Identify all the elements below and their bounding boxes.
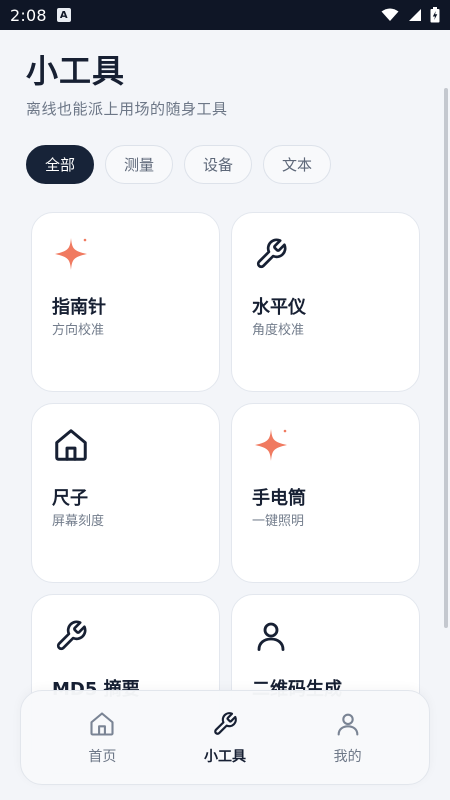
tool-title: 尺子 (52, 488, 88, 509)
tool-title: 水平仪 (252, 297, 306, 318)
tool-desc: 屏幕刻度 (52, 514, 105, 529)
home-icon (52, 426, 90, 464)
home-icon (88, 710, 116, 738)
tools-page: 小工具 离线也能派上用场的随身工具 全部 测量 设备 文本 指南针 方向校准 水… (0, 30, 450, 800)
nav-label: 首页 (88, 748, 117, 765)
page-subtitle: 离线也能派上用场的随身工具 (26, 100, 228, 118)
person-icon (252, 617, 290, 655)
scrollbar[interactable] (444, 88, 448, 628)
nav-label: 小工具 (203, 748, 246, 765)
notification-icon: A (56, 8, 71, 22)
tool-title: 指南针 (52, 297, 106, 318)
page-title: 小工具 (26, 52, 126, 90)
nav-label: 我的 (333, 748, 362, 765)
bottom-nav: 首页 小工具 我的 (20, 690, 430, 785)
chip-measure[interactable]: 测量 (105, 145, 174, 184)
person-icon (334, 710, 362, 738)
chip-text[interactable]: 文本 (263, 145, 332, 184)
tool-desc: 方向校准 (52, 323, 105, 338)
tool-desc: 角度校准 (252, 323, 305, 338)
tool-card-compass[interactable]: 指南针 方向校准 (31, 212, 220, 392)
tool-card-ruler[interactable]: 尺子 屏幕刻度 (31, 403, 220, 583)
battery-charging-icon (430, 7, 440, 23)
chip-device[interactable]: 设备 (184, 145, 253, 184)
signal-icon (409, 9, 421, 21)
nav-tools[interactable]: 小工具 (180, 710, 270, 766)
wifi-icon (381, 8, 399, 21)
wrench-icon (211, 710, 239, 738)
tool-title: 手电筒 (252, 488, 306, 509)
wrench-icon (52, 617, 90, 655)
wrench-icon (252, 235, 290, 273)
filter-chips: 全部 测量 设备 文本 (26, 145, 332, 184)
nav-profile[interactable]: 我的 (303, 710, 393, 766)
tool-desc: 一键照明 (252, 514, 305, 529)
sparkle-icon (252, 426, 290, 464)
tool-card-level[interactable]: 水平仪 角度校准 (231, 212, 420, 392)
tool-card-flashlight[interactable]: 手电筒 一键照明 (231, 403, 420, 583)
status-time: 2:08 (10, 5, 47, 25)
sparkle-icon (52, 235, 90, 273)
status-icons (381, 7, 440, 23)
nav-home[interactable]: 首页 (57, 710, 147, 766)
status-bar: 2:08 A (0, 0, 450, 30)
chip-all[interactable]: 全部 (26, 145, 95, 184)
